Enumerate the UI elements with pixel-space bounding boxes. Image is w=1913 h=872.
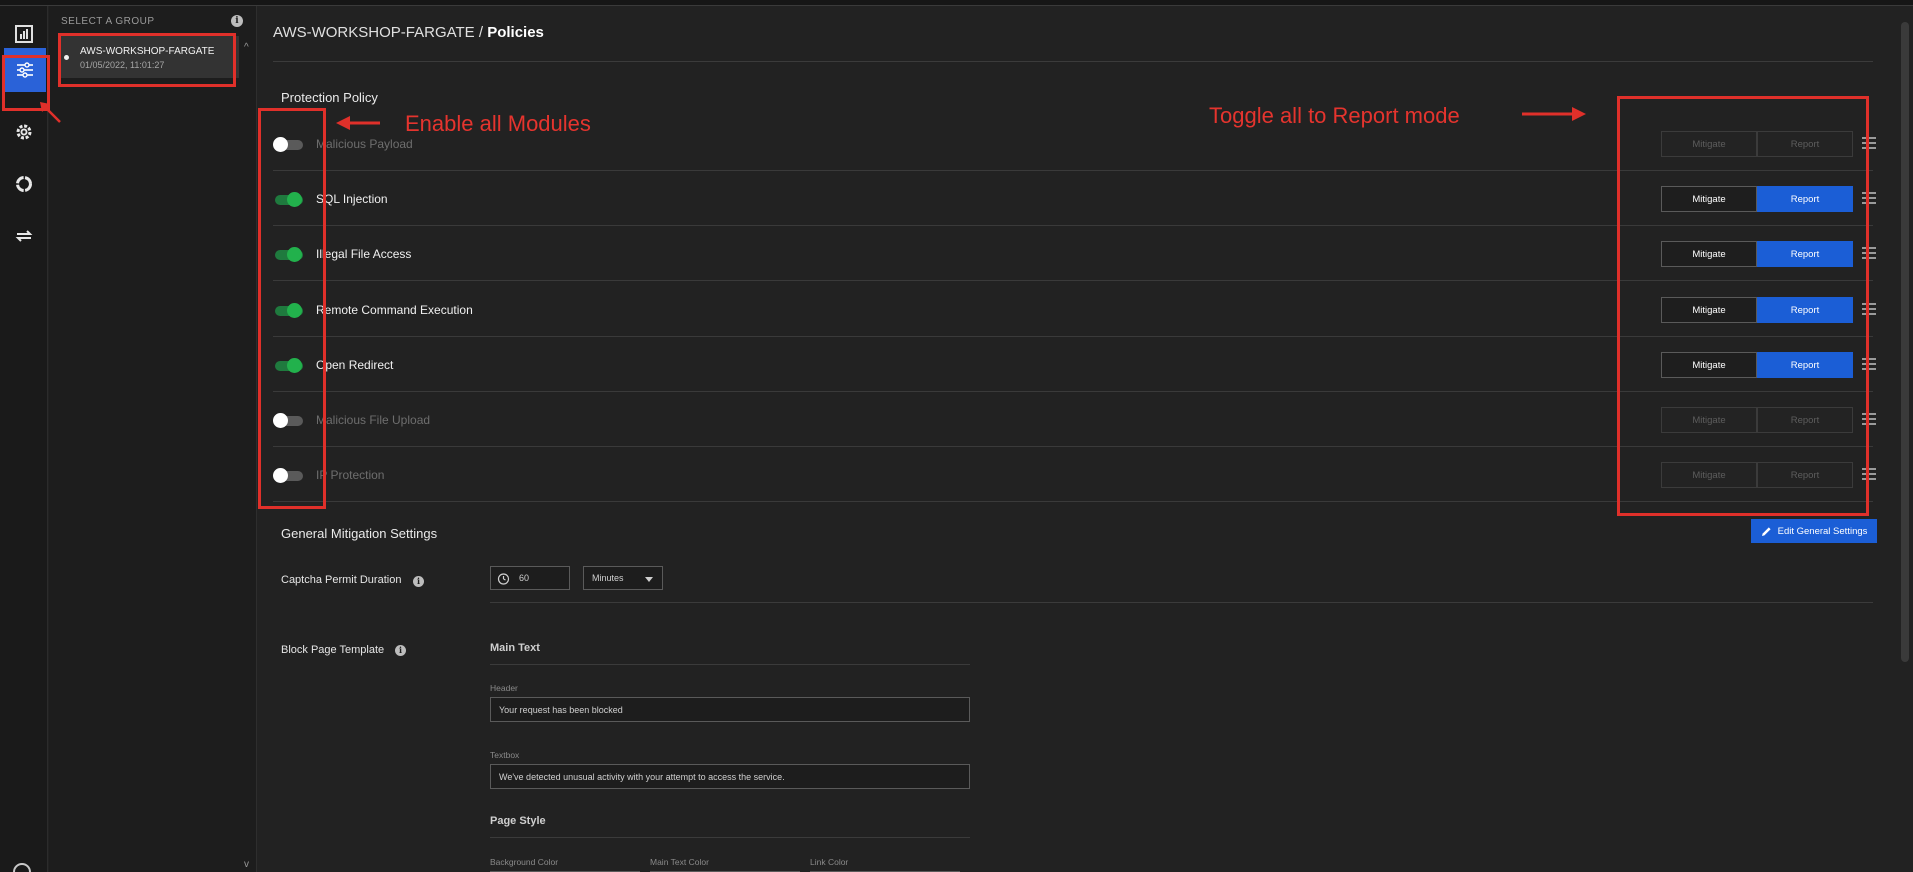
policy-label: SQL Injection xyxy=(316,192,388,206)
textbox-input-value: We've detected unusual activity with you… xyxy=(499,771,785,782)
header-input[interactable]: Your request has been blocked xyxy=(490,697,970,722)
captcha-unit-value: Minutes xyxy=(592,573,624,583)
info-icon[interactable]: i xyxy=(231,15,243,27)
policy-label: IP Protection xyxy=(316,468,385,482)
edit-general-settings-label: Edit General Settings xyxy=(1777,525,1868,537)
divider xyxy=(273,61,1873,62)
timer-icon xyxy=(497,572,510,585)
annotation-box-modes xyxy=(1617,96,1869,516)
scroll-up-icon[interactable]: ^ xyxy=(244,42,249,53)
textbox-label: Textbox xyxy=(490,750,520,760)
captcha-info-icon[interactable]: i xyxy=(413,576,424,587)
icon-rail xyxy=(0,6,48,872)
header-input-value: Your request has been blocked xyxy=(499,704,623,715)
chevron-down-icon xyxy=(645,577,653,582)
annotation-arrow-icon xyxy=(1522,107,1586,121)
annotation-arrow-icon xyxy=(336,116,380,130)
annotation-toggle-report: Toggle all to Report mode xyxy=(1209,103,1460,128)
integrations-icon[interactable] xyxy=(0,160,48,208)
annotation-box-toggles xyxy=(258,108,326,509)
sync-icon[interactable] xyxy=(0,212,48,260)
header-label: Header xyxy=(490,683,518,693)
divider xyxy=(490,837,970,838)
policy-label: Remote Command Execution xyxy=(316,303,473,317)
group-panel-title: SELECT A GROUP xyxy=(61,16,155,27)
scroll-down-icon[interactable]: v xyxy=(244,859,249,870)
captcha-permit-label: Captcha Permit Duration xyxy=(281,574,402,586)
captcha-unit-select[interactable]: Minutes xyxy=(583,566,663,590)
block-page-template-label: Block Page Template xyxy=(281,644,385,656)
help-icon[interactable] xyxy=(13,863,31,872)
divider xyxy=(490,602,1873,603)
breadcrumb-group[interactable]: AWS-WORKSHOP-FARGATE xyxy=(273,24,475,41)
textbox-input[interactable]: We've detected unusual activity with you… xyxy=(490,764,970,789)
page-style-title: Page Style xyxy=(490,815,546,827)
protection-policy-title: Protection Policy xyxy=(281,90,378,105)
breadcrumb-page: Policies xyxy=(487,24,544,41)
pencil-icon xyxy=(1761,526,1771,536)
breadcrumb-separator: / xyxy=(474,24,488,41)
captcha-duration-value: 60 xyxy=(519,573,530,583)
policy-label: Malicious Payload xyxy=(316,137,413,151)
edit-general-settings-button[interactable]: Edit General Settings xyxy=(1751,519,1877,543)
captcha-duration-input[interactable]: 60 xyxy=(490,566,570,590)
policy-label: Illegal File Access xyxy=(316,247,412,261)
divider xyxy=(490,664,970,665)
link-color-label: Link Color xyxy=(810,857,849,867)
policy-label: Malicious File Upload xyxy=(316,413,431,427)
general-mitigation-title: General Mitigation Settings xyxy=(281,526,438,541)
breadcrumb: AWS-WORKSHOP-FARGATE / Policies xyxy=(273,24,544,41)
main-text-color-label: Main Text Color xyxy=(650,857,709,867)
annotation-enable-all: Enable all Modules xyxy=(405,111,591,136)
main-text-title: Main Text xyxy=(490,642,540,654)
group-panel: SELECT A GROUP i AWS-WORKSHOP-FARGATE 01… xyxy=(49,6,257,872)
policy-label: Open Redirect xyxy=(316,358,394,372)
block-page-info-icon[interactable]: i xyxy=(395,645,406,656)
background-color-label: Background Color xyxy=(490,857,559,867)
annotation-arrow-icon xyxy=(40,102,61,123)
annotation-box-group xyxy=(58,33,236,87)
main-scrollbar[interactable] xyxy=(1901,22,1909,662)
